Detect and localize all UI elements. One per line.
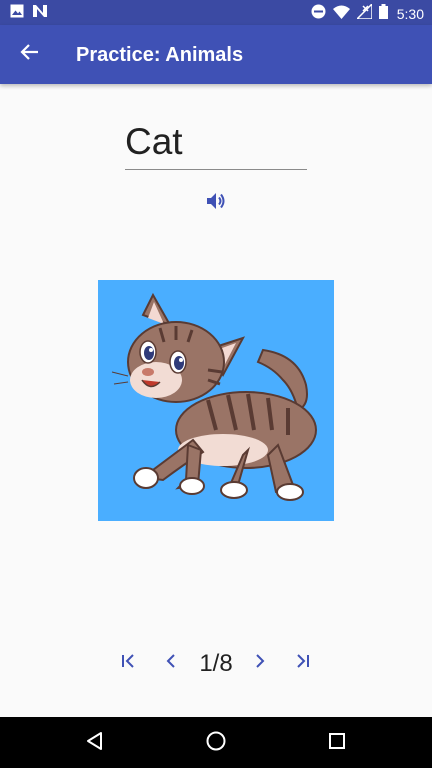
cat-illustration <box>111 292 317 501</box>
last-page-button[interactable] <box>286 647 318 679</box>
nav-recents-button[interactable] <box>321 727 353 759</box>
status-right-icons: 5:30 <box>311 2 424 24</box>
status-bar: 5:30 <box>0 0 432 25</box>
app-bar: Practice: Animals <box>0 25 432 84</box>
nav-back-button[interactable] <box>79 727 111 759</box>
animal-picture <box>98 280 334 521</box>
do-not-disturb-icon <box>311 4 326 24</box>
recents-square-icon <box>327 731 347 756</box>
next-icon <box>251 652 269 675</box>
status-left-icons <box>10 4 48 23</box>
first-page-icon <box>120 652 138 675</box>
previous-button[interactable] <box>155 647 187 679</box>
next-button[interactable] <box>244 647 276 679</box>
speaker-icon <box>204 189 228 218</box>
status-time: 5:30 <box>396 5 424 22</box>
word-field[interactable] <box>125 118 307 170</box>
back-button[interactable] <box>10 34 50 74</box>
back-triangle-icon <box>85 731 105 756</box>
first-page-button[interactable] <box>113 647 145 679</box>
word-input[interactable] <box>125 118 307 166</box>
last-page-icon <box>293 652 311 675</box>
arrow-back-icon <box>20 42 40 67</box>
n-app-icon <box>32 4 48 23</box>
previous-icon <box>162 652 180 675</box>
pager: 1/8 <box>0 640 432 686</box>
image-icon <box>10 4 24 23</box>
play-sound-button[interactable] <box>200 187 232 219</box>
wifi-icon <box>332 5 350 24</box>
page-title: Practice: Animals <box>76 44 244 66</box>
nav-home-button[interactable] <box>200 727 232 759</box>
battery-icon <box>378 4 388 24</box>
system-nav-bar <box>0 717 432 768</box>
page-counter: 1/8 <box>199 650 233 677</box>
home-circle-icon <box>205 730 227 757</box>
no-signal-icon <box>354 2 373 24</box>
